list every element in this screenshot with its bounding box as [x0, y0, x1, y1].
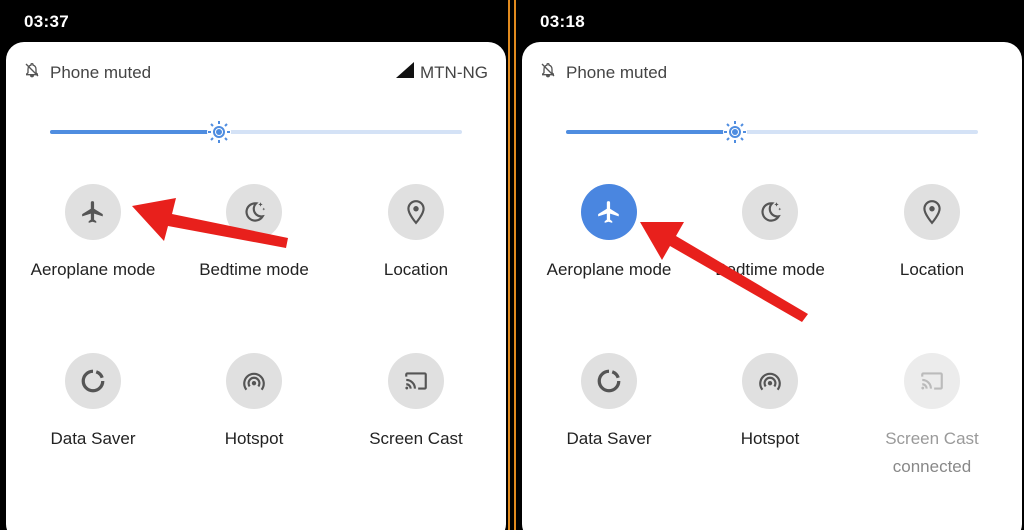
tile-screen-cast[interactable]: Screen Cast connected — [852, 353, 1012, 477]
tile-aeroplane-mode[interactable]: Aeroplane mode — [529, 184, 689, 280]
hotspot-toggle[interactable] — [742, 353, 798, 409]
tile-label: Bedtime mode — [715, 260, 825, 279]
bell-off-icon — [24, 62, 40, 83]
status-time: 03:37 — [24, 12, 69, 31]
bedtime-mode-toggle[interactable] — [226, 184, 282, 240]
tile-label: Aeroplane mode — [546, 260, 672, 279]
tile-data-saver[interactable]: Data Saver — [529, 353, 689, 449]
tile-location[interactable]: Location — [852, 184, 1012, 280]
tile-label: Screen Cast — [369, 429, 463, 448]
tile-label: Data Saver — [50, 429, 136, 448]
tile-bedtime-mode[interactable]: Bedtime mode — [690, 184, 850, 280]
location-pin-icon — [923, 200, 941, 225]
tile-sublabel: connected — [892, 457, 972, 476]
tile-label: Location — [383, 260, 449, 279]
location-toggle[interactable] — [904, 184, 960, 240]
location-toggle[interactable] — [388, 184, 444, 240]
tile-label: Hotspot — [224, 429, 284, 448]
brightness-fill — [50, 130, 218, 134]
hotspot-icon — [243, 372, 265, 391]
quick-settings-panel: Phone muted Aeroplane mode Bedtime mode … — [522, 42, 1022, 530]
panel-status-row: Phone muted — [540, 62, 1004, 84]
mute-status: Phone muted — [540, 62, 667, 83]
tile-label: Screen Cast — [885, 429, 979, 448]
tile-bedtime-mode[interactable]: Bedtime mode — [174, 184, 334, 280]
brightness-fill — [566, 130, 734, 134]
carrier-name: MTN-NG — [420, 62, 488, 82]
brightness-slider[interactable] — [566, 119, 978, 145]
signal-icon — [396, 62, 415, 83]
tile-hotspot[interactable]: Hotspot — [690, 353, 850, 449]
tile-label: Hotspot — [740, 429, 800, 448]
status-time: 03:18 — [540, 12, 585, 31]
brightness-slider[interactable] — [50, 119, 462, 145]
tile-label: Aeroplane mode — [30, 260, 156, 279]
tile-data-saver[interactable]: Data Saver — [13, 353, 173, 449]
data-saver-toggle[interactable] — [581, 353, 637, 409]
screen-cast-toggle[interactable] — [388, 353, 444, 409]
mute-status-text: Phone muted — [566, 62, 668, 82]
tile-label: Location — [899, 260, 965, 279]
screen-cast-icon — [921, 372, 943, 390]
bell-off-icon — [540, 62, 556, 83]
carrier-status: MTN-NG — [396, 62, 488, 83]
aeroplane-mode-toggle[interactable] — [581, 184, 637, 240]
mute-status: Phone muted — [24, 62, 151, 83]
data-saver-icon — [81, 369, 105, 393]
data-saver-toggle[interactable] — [65, 353, 121, 409]
mute-status-text: Phone muted — [50, 62, 152, 82]
bedtime-mode-toggle[interactable] — [742, 184, 798, 240]
brightness-sun-icon[interactable] — [722, 119, 748, 145]
quick-settings-panel: Phone muted MTN-NG Aeroplane mode Bedtim… — [6, 42, 506, 530]
hotspot-toggle[interactable] — [226, 353, 282, 409]
location-pin-icon — [407, 200, 425, 225]
right-screenshot: 03:18 Phone muted Aeroplane mode Bedtime… — [514, 0, 1024, 530]
airplane-icon — [598, 201, 619, 223]
aeroplane-mode-toggle[interactable] — [65, 184, 121, 240]
panel-status-row: Phone muted MTN-NG — [24, 62, 488, 84]
hotspot-icon — [759, 372, 781, 391]
screen-cast-icon — [405, 372, 427, 390]
bedtime-moon-icon — [245, 202, 266, 222]
tile-hotspot[interactable]: Hotspot — [174, 353, 334, 449]
tile-location[interactable]: Location — [336, 184, 496, 280]
tile-screen-cast[interactable]: Screen Cast — [336, 353, 496, 449]
airplane-icon — [82, 201, 103, 223]
tile-label: Bedtime mode — [199, 260, 309, 279]
screen-cast-toggle[interactable] — [904, 353, 960, 409]
tile-aeroplane-mode[interactable]: Aeroplane mode — [13, 184, 173, 280]
tile-label: Data Saver — [566, 429, 652, 448]
bedtime-moon-icon — [761, 202, 782, 222]
brightness-sun-icon[interactable] — [206, 119, 232, 145]
data-saver-icon — [597, 369, 621, 393]
left-screenshot: 03:37 Phone muted MTN-NG Aeroplane mode … — [0, 0, 510, 530]
